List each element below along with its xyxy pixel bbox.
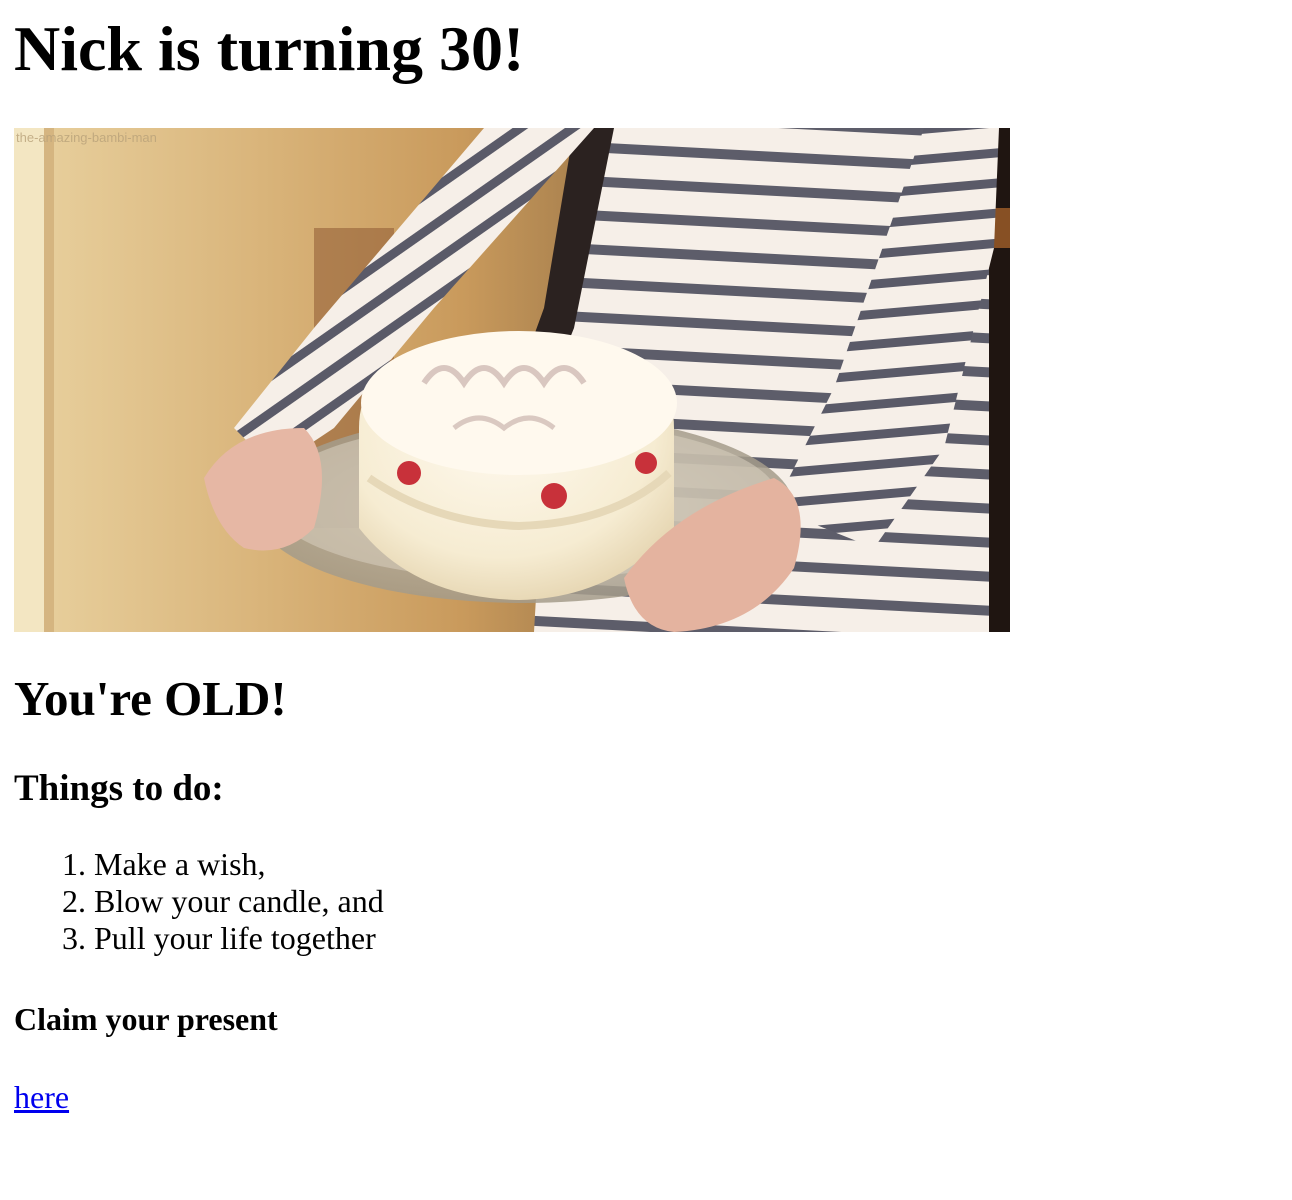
present-heading: Claim your present: [14, 1001, 278, 1037]
list-item: Pull your life together: [94, 920, 384, 957]
todo-list: Make a wish, Blow your candle, and Pull …: [62, 846, 384, 957]
birthday-cake-image: the-amazing-bambi-man: [14, 128, 1010, 632]
claim-present-link[interactable]: here: [14, 1078, 69, 1116]
todo-heading: Things to do:: [14, 768, 224, 809]
list-item: Make a wish,: [94, 846, 384, 883]
watermark-text: the-amazing-bambi-man: [16, 130, 157, 145]
subtitle-heading: You're OLD!: [14, 671, 287, 726]
page-title: Nick is turning 30!: [14, 13, 525, 84]
list-item: Blow your candle, and: [94, 883, 384, 920]
